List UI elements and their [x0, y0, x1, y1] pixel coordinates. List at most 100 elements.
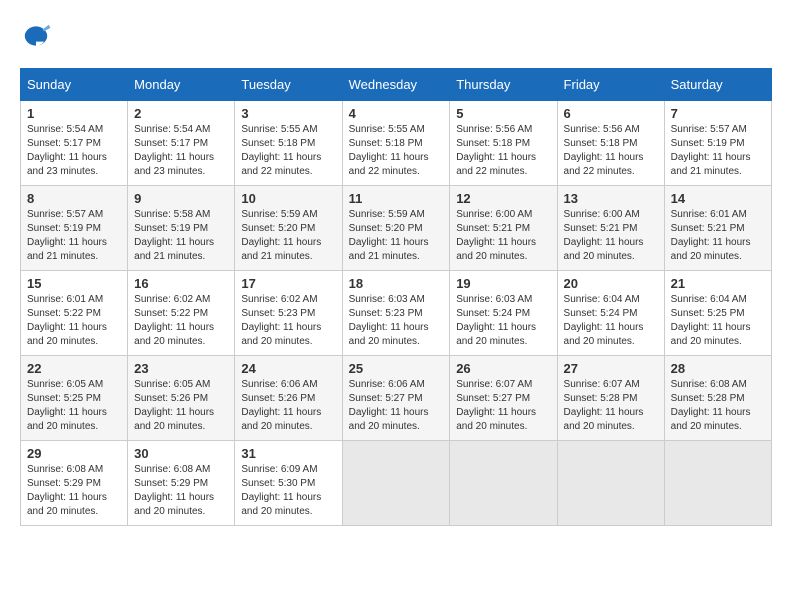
day-number: 8 [27, 191, 121, 206]
table-row: 28Sunrise: 6:08 AMSunset: 5:28 PMDayligh… [664, 356, 771, 441]
header-sunday: Sunday [21, 69, 128, 101]
day-info: Sunrise: 6:03 AMSunset: 5:24 PMDaylight:… [456, 293, 550, 349]
day-info: Sunrise: 5:54 AMSunset: 5:17 PMDaylight:… [27, 123, 121, 179]
day-number: 9 [134, 191, 228, 206]
table-row: 30 Sunrise: 6:08 AMSunset: 5:29 PMDayligh… [128, 441, 235, 526]
table-row: 19 Sunrise: 6:03 AMSunset: 5:24 PMDayligh… [450, 271, 557, 356]
header-wednesday: Wednesday [342, 69, 450, 101]
table-row: 1 Sunrise: 5:54 AMSunset: 5:17 PMDaylight… [21, 101, 128, 186]
day-number: 17 [241, 276, 335, 291]
table-row: 6 Sunrise: 5:56 AMSunset: 5:18 PMDaylight… [557, 101, 664, 186]
day-number: 7 [671, 106, 765, 121]
day-info: Sunrise: 6:01 AMSunset: 5:22 PMDaylight:… [27, 293, 121, 349]
day-info: Sunrise: 5:56 AMSunset: 5:18 PMDaylight:… [564, 123, 658, 179]
header-friday: Friday [557, 69, 664, 101]
day-info: Sunrise: 6:05 AMSunset: 5:25 PMDaylight:… [27, 378, 121, 434]
day-number: 25 [349, 361, 444, 376]
table-row: 25 Sunrise: 6:06 AMSunset: 5:27 PMDayligh… [342, 356, 450, 441]
table-row: 22 Sunrise: 6:05 AMSunset: 5:25 PMDayligh… [21, 356, 128, 441]
day-number: 15 [27, 276, 121, 291]
day-number: 27 [564, 361, 658, 376]
day-number: 3 [241, 106, 335, 121]
table-row: 17 Sunrise: 6:02 AMSunset: 5:23 PMDayligh… [235, 271, 342, 356]
day-number: 4 [349, 106, 444, 121]
logo [20, 20, 56, 52]
table-row: 13 Sunrise: 6:00 AMSunset: 5:21 PMDayligh… [557, 186, 664, 271]
day-number: 16 [134, 276, 228, 291]
day-number: 6 [564, 106, 658, 121]
table-row: 29 Sunrise: 6:08 AMSunset: 5:29 PMDayligh… [21, 441, 128, 526]
table-row: 12Sunrise: 6:00 AMSunset: 5:21 PMDayligh… [450, 186, 557, 271]
day-number: 28 [671, 361, 765, 376]
day-info: Sunrise: 6:00 AMSunset: 5:21 PMDaylight:… [456, 208, 550, 264]
day-info: Sunrise: 5:59 AMSunset: 5:20 PMDaylight:… [349, 208, 444, 264]
day-info: Sunrise: 6:06 AMSunset: 5:26 PMDaylight:… [241, 378, 335, 434]
calendar-header-row: Sunday Monday Tuesday Wednesday Thursday… [21, 69, 772, 101]
table-row: 11 Sunrise: 5:59 AMSunset: 5:20 PMDayligh… [342, 186, 450, 271]
table-row: 24 Sunrise: 6:06 AMSunset: 5:26 PMDayligh… [235, 356, 342, 441]
day-number: 23 [134, 361, 228, 376]
day-info: Sunrise: 6:06 AMSunset: 5:27 PMDaylight:… [349, 378, 444, 434]
day-info: Sunrise: 6:00 AMSunset: 5:21 PMDaylight:… [564, 208, 658, 264]
day-info: Sunrise: 6:04 AMSunset: 5:25 PMDaylight:… [671, 293, 765, 349]
table-row: 15 Sunrise: 6:01 AMSunset: 5:22 PMDayligh… [21, 271, 128, 356]
day-info: Sunrise: 5:54 AMSunset: 5:17 PMDaylight:… [134, 123, 228, 179]
table-row: 5 Sunrise: 5:56 AMSunset: 5:18 PMDaylight… [450, 101, 557, 186]
day-number: 1 [27, 106, 121, 121]
day-number: 20 [564, 276, 658, 291]
day-info: Sunrise: 6:03 AMSunset: 5:23 PMDaylight:… [349, 293, 444, 349]
table-row: 23 Sunrise: 6:05 AMSunset: 5:26 PMDayligh… [128, 356, 235, 441]
table-row: 26Sunrise: 6:07 AMSunset: 5:27 PMDayligh… [450, 356, 557, 441]
day-info: Sunrise: 5:59 AMSunset: 5:20 PMDaylight:… [241, 208, 335, 264]
table-row: 18Sunrise: 6:03 AMSunset: 5:23 PMDayligh… [342, 271, 450, 356]
day-number: 5 [456, 106, 550, 121]
day-info: Sunrise: 5:56 AMSunset: 5:18 PMDaylight:… [456, 123, 550, 179]
table-row: 2 Sunrise: 5:54 AMSunset: 5:17 PMDaylight… [128, 101, 235, 186]
table-row [450, 441, 557, 526]
day-info: Sunrise: 6:04 AMSunset: 5:24 PMDaylight:… [564, 293, 658, 349]
day-number: 13 [564, 191, 658, 206]
day-info: Sunrise: 6:05 AMSunset: 5:26 PMDaylight:… [134, 378, 228, 434]
day-info: Sunrise: 6:01 AMSunset: 5:21 PMDaylight:… [671, 208, 765, 264]
day-info: Sunrise: 5:57 AMSunset: 5:19 PMDaylight:… [671, 123, 765, 179]
day-number: 29 [27, 446, 121, 461]
day-info: Sunrise: 5:58 AMSunset: 5:19 PMDaylight:… [134, 208, 228, 264]
table-row: 21Sunrise: 6:04 AMSunset: 5:25 PMDayligh… [664, 271, 771, 356]
day-number: 2 [134, 106, 228, 121]
day-info: Sunrise: 6:08 AMSunset: 5:29 PMDaylight:… [134, 463, 228, 519]
day-info: Sunrise: 5:55 AMSunset: 5:18 PMDaylight:… [349, 123, 444, 179]
day-info: Sunrise: 6:09 AMSunset: 5:30 PMDaylight:… [241, 463, 335, 519]
table-row: 27 Sunrise: 6:07 AMSunset: 5:28 PMDayligh… [557, 356, 664, 441]
table-row: 16 Sunrise: 6:02 AMSunset: 5:22 PMDayligh… [128, 271, 235, 356]
calendar-week-row: 15 Sunrise: 6:01 AMSunset: 5:22 PMDayligh… [21, 271, 772, 356]
header-monday: Monday [128, 69, 235, 101]
day-number: 26 [456, 361, 550, 376]
day-info: Sunrise: 5:55 AMSunset: 5:18 PMDaylight:… [241, 123, 335, 179]
calendar-week-row: 22 Sunrise: 6:05 AMSunset: 5:25 PMDayligh… [21, 356, 772, 441]
calendar-week-row: 1 Sunrise: 5:54 AMSunset: 5:17 PMDaylight… [21, 101, 772, 186]
calendar-week-row: 8 Sunrise: 5:57 AMSunset: 5:19 PMDaylight… [21, 186, 772, 271]
day-info: Sunrise: 6:02 AMSunset: 5:23 PMDaylight:… [241, 293, 335, 349]
day-info: Sunrise: 6:08 AMSunset: 5:29 PMDaylight:… [27, 463, 121, 519]
day-number: 14 [671, 191, 765, 206]
day-number: 22 [27, 361, 121, 376]
day-info: Sunrise: 6:02 AMSunset: 5:22 PMDaylight:… [134, 293, 228, 349]
calendar-table: Sunday Monday Tuesday Wednesday Thursday… [20, 68, 772, 526]
day-number: 31 [241, 446, 335, 461]
header-tuesday: Tuesday [235, 69, 342, 101]
table-row: 8 Sunrise: 5:57 AMSunset: 5:19 PMDaylight… [21, 186, 128, 271]
day-number: 24 [241, 361, 335, 376]
day-info: Sunrise: 5:57 AMSunset: 5:19 PMDaylight:… [27, 208, 121, 264]
header-saturday: Saturday [664, 69, 771, 101]
table-row: 3 Sunrise: 5:55 AMSunset: 5:18 PMDaylight… [235, 101, 342, 186]
day-info: Sunrise: 6:07 AMSunset: 5:28 PMDaylight:… [564, 378, 658, 434]
table-row: 10Sunrise: 5:59 AMSunset: 5:20 PMDayligh… [235, 186, 342, 271]
day-number: 30 [134, 446, 228, 461]
day-number: 19 [456, 276, 550, 291]
calendar-week-row: 29 Sunrise: 6:08 AMSunset: 5:29 PMDayligh… [21, 441, 772, 526]
day-number: 11 [349, 191, 444, 206]
table-row: 14 Sunrise: 6:01 AMSunset: 5:21 PMDayligh… [664, 186, 771, 271]
table-row: 4 Sunrise: 5:55 AMSunset: 5:18 PMDaylight… [342, 101, 450, 186]
header-thursday: Thursday [450, 69, 557, 101]
table-row [557, 441, 664, 526]
